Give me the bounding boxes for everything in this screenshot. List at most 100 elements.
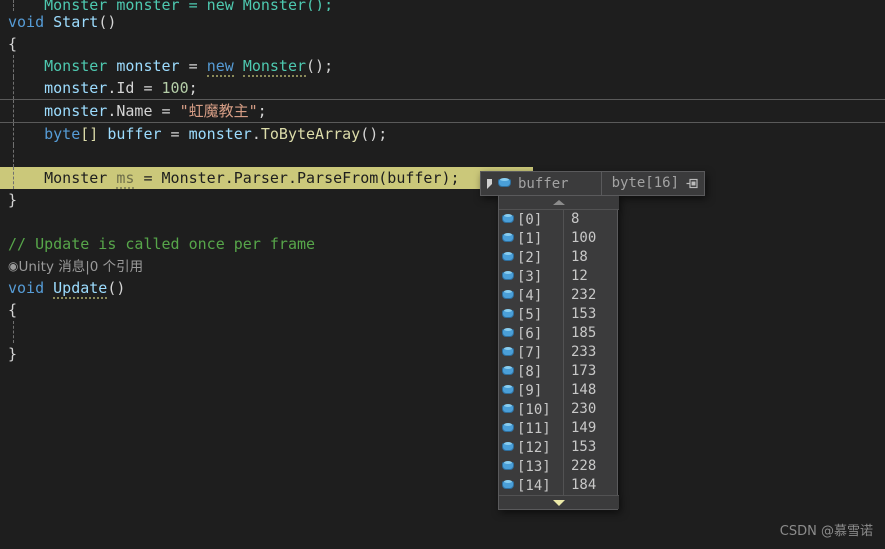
code-line-void-start[interactable]: void Start()	[0, 11, 885, 33]
datatip-row-value[interactable]: 148	[563, 381, 619, 400]
keyword-void: void	[8, 13, 45, 31]
brace-close-1: }	[8, 191, 18, 209]
datatip-row-value[interactable]: 230	[563, 400, 619, 419]
method-tobytearray: ToByteArray	[260, 125, 361, 143]
scroll-down-arrow-icon[interactable]	[499, 495, 619, 509]
field-icon	[499, 343, 517, 362]
datatip-row[interactable]: [1] 100	[499, 229, 619, 248]
datatip-row-value[interactable]: 185	[563, 324, 619, 343]
datatip-row-value[interactable]: 12	[563, 267, 619, 286]
datatip-row-value[interactable]: 233	[563, 343, 619, 362]
codelens-unity-message[interactable]: ◉Unity 消息|0 个引用	[0, 255, 885, 277]
code-line-open-brace-start[interactable]: {	[0, 33, 885, 55]
field-icon	[497, 175, 514, 192]
datatip-row-value[interactable]: 153	[563, 305, 619, 324]
code-line-blank-2[interactable]	[0, 211, 885, 233]
datatip-row[interactable]: [0] 8	[499, 210, 619, 229]
prop-name: Name	[116, 102, 153, 120]
ctor-monster: Monster	[242, 57, 307, 77]
codelens-text[interactable]: Unity 消息|0 个引用	[18, 259, 143, 275]
semi-1: ;	[188, 79, 198, 97]
datatip-row[interactable]: [3] 12	[499, 267, 619, 286]
prop-id: Id	[116, 79, 135, 97]
datatip-row-name: [13]	[517, 458, 551, 475]
method-name-start: Start	[53, 13, 99, 31]
field-icon	[499, 324, 517, 343]
code-line-close-brace-start[interactable]: }	[0, 189, 885, 211]
code-line-comment-update[interactable]: // Update is called once per frame	[0, 233, 885, 255]
field-icon	[499, 248, 517, 267]
field-icon	[499, 210, 517, 229]
datatip-variable-name: buffer	[518, 175, 569, 192]
method-name-update: Update	[53, 279, 108, 299]
watermark: CSDN @慕雪诺	[779, 524, 873, 539]
keyword-void-2: void	[8, 279, 45, 297]
datatip-row-value[interactable]: 173	[563, 362, 619, 381]
code-line-open-brace-update[interactable]: {	[0, 299, 885, 321]
arrow-up-glyph	[553, 200, 565, 205]
datatip-row[interactable]: [13] 228	[499, 457, 619, 476]
datatip-row-value[interactable]: 184	[563, 476, 619, 495]
datatip-rows: [0] 8 [1] 100 [2] 18 [3] 12 [4] 232 [5] 153 [6] 185 [7…	[499, 210, 619, 495]
scroll-up-arrow-icon[interactable]	[499, 196, 619, 210]
code-line-declare-monster[interactable]: Monster monster = new Monster();	[0, 55, 885, 77]
code-line-set-name[interactable]: monster.Name = "虹魔教主";	[0, 99, 885, 123]
assign-op-4: =	[161, 125, 189, 143]
assign-op-1: =	[179, 57, 207, 75]
datatip-row-value[interactable]: 228	[563, 457, 619, 476]
datatip-row-name: [4]	[517, 287, 543, 304]
field-icon	[499, 362, 517, 381]
datatip-row[interactable]: [12] 153	[499, 438, 619, 457]
field-icon	[499, 438, 517, 457]
comment-text: // Update is called once per frame	[8, 235, 316, 253]
type-monster: Monster	[44, 57, 108, 75]
var-monster: monster	[116, 57, 180, 75]
datatip-row-name: [11]	[517, 420, 551, 437]
value-100: 100	[161, 79, 189, 97]
datatip-header[interactable]: buffer byte[16]	[480, 171, 705, 196]
datatip-row[interactable]: [8] 173	[499, 362, 619, 381]
datatip-row-value[interactable]: 100	[563, 229, 619, 248]
code-line-blank-1[interactable]	[0, 145, 885, 167]
datatip-row[interactable]: [2] 18	[499, 248, 619, 267]
datatip-row[interactable]: [6] 185	[499, 324, 619, 343]
datatip-row-name: [5]	[517, 306, 543, 323]
datatip-row-value[interactable]: 149	[563, 419, 619, 438]
code-line-blank-3[interactable]	[0, 321, 885, 343]
var-ms: ms	[116, 169, 135, 189]
pin-glyph	[686, 178, 698, 189]
field-icon	[499, 286, 517, 305]
datatip-row[interactable]: [4] 232	[499, 286, 619, 305]
datatip-row[interactable]: [7] 233	[499, 343, 619, 362]
unity-message-icon: ◉	[8, 259, 19, 273]
assign-op-3: =	[152, 102, 180, 120]
datatip-row-value[interactable]: 8	[563, 210, 619, 229]
datatip-row[interactable]: [9] 148	[499, 381, 619, 400]
triangle-collapse-icon[interactable]	[483, 171, 496, 196]
datatip-row[interactable]: [14] 184	[499, 476, 619, 495]
code-line-void-update[interactable]: void Update()	[0, 277, 885, 299]
code-line-clipped[interactable]: Monster monster = new Monster();	[0, 0, 885, 11]
datatip-variable-type: byte[16]	[600, 171, 683, 196]
code-line-set-id[interactable]: monster.Id = 100;	[0, 77, 885, 99]
assign-op-5: =	[134, 169, 162, 187]
datatip-body[interactable]: [0] 8 [1] 100 [2] 18 [3] 12 [4] 232 [5] 153 [6] 185 [7…	[498, 196, 619, 510]
datatip-row[interactable]: [11] 149	[499, 419, 619, 438]
debug-datatip[interactable]: buffer byte[16] [0] 8 [1] 100 [2] 18 [3] 12 [4] 2…	[480, 171, 705, 510]
datatip-row-name: [8]	[517, 363, 543, 380]
datatip-row-name: [1]	[517, 230, 543, 247]
dot-3: .	[251, 125, 261, 143]
field-icon	[499, 400, 517, 419]
pin-icon[interactable]	[683, 171, 701, 196]
datatip-row[interactable]: [10] 230	[499, 400, 619, 419]
obj-monster-tobytearray: monster	[188, 125, 252, 143]
code-editor[interactable]: Monster monster = new Monster(); void St…	[0, 0, 885, 549]
code-line-declare-buffer[interactable]: byte[] buffer = monster.ToByteArray();	[0, 123, 885, 145]
code-line-current-execution[interactable]: Monster ms = Monster.Parser.ParseFrom(bu…	[0, 167, 533, 189]
code-line-close-brace-update[interactable]: }	[0, 343, 885, 365]
datatip-row-value[interactable]: 18	[563, 248, 619, 267]
datatip-row-value[interactable]: 232	[563, 286, 619, 305]
datatip-row[interactable]: [5] 153	[499, 305, 619, 324]
datatip-row-value[interactable]: 153	[563, 438, 619, 457]
datatip-row-name: [6]	[517, 325, 543, 342]
